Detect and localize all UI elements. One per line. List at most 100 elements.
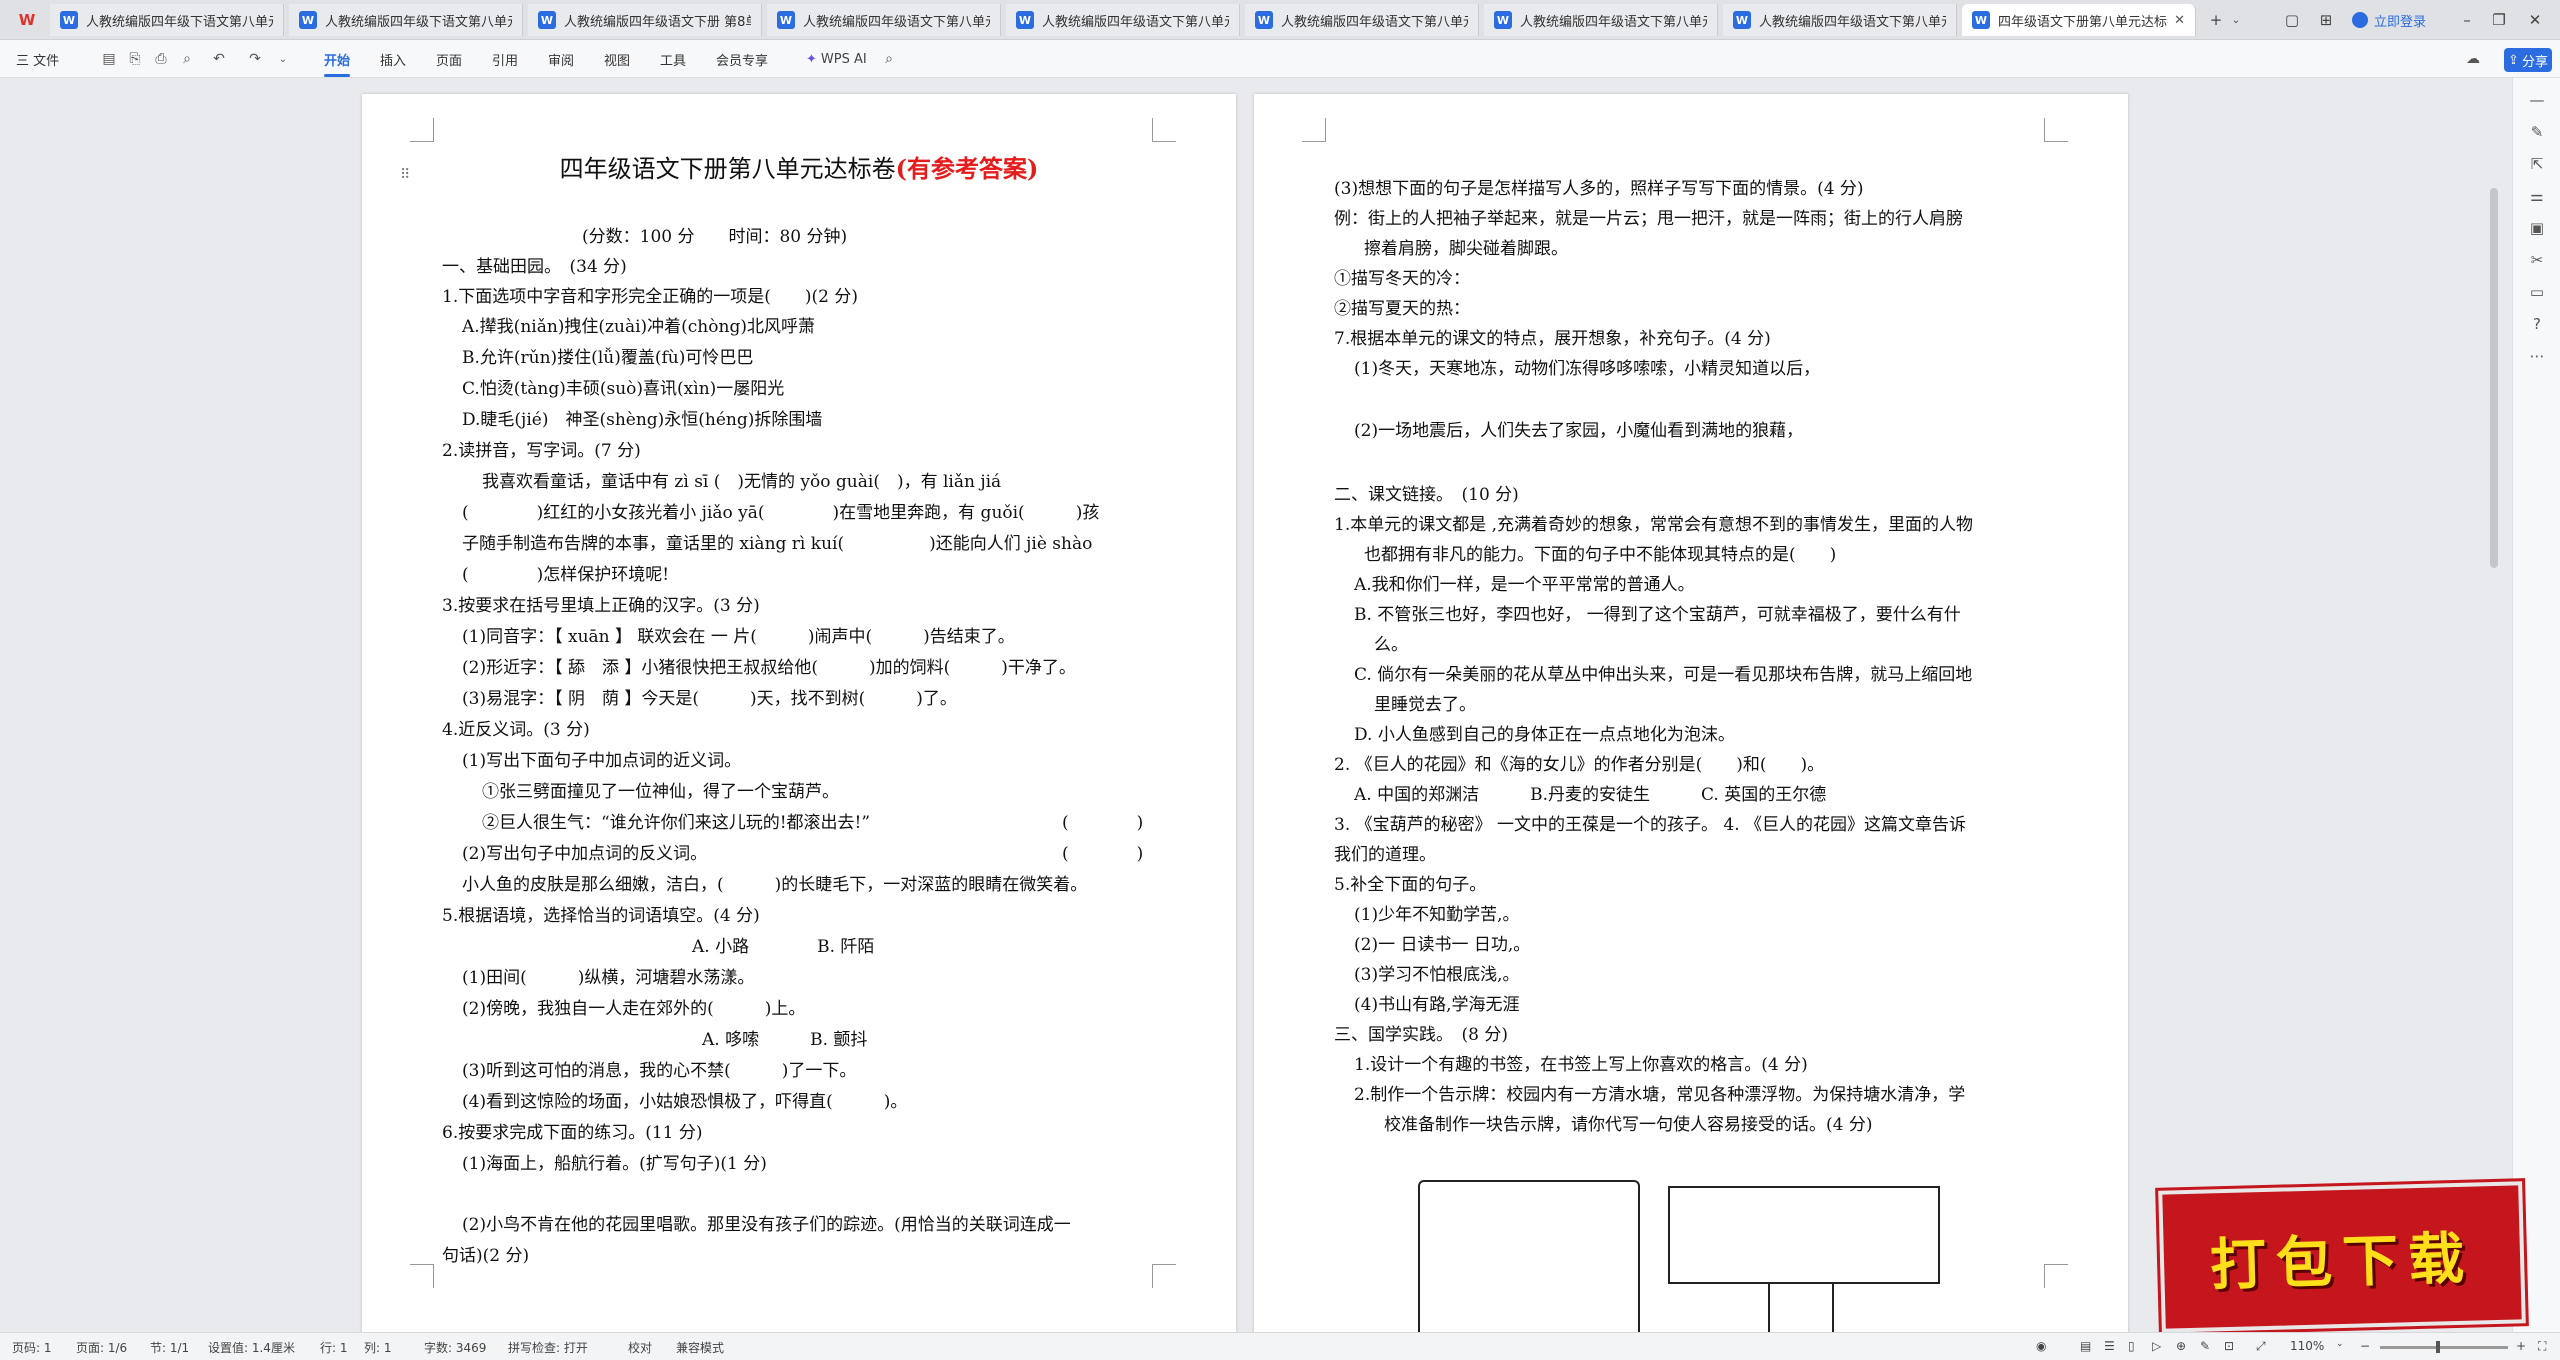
signboard-drawing-frame: [1668, 1186, 1940, 1284]
export-pdf-icon[interactable]: ⎘: [126, 50, 144, 68]
tab-5[interactable]: W 人教统编版四年级语文下第八单元课: [1006, 4, 1240, 36]
wps-logo-icon[interactable]: W: [10, 6, 44, 34]
zoom-chevron-icon[interactable]: ⌄: [2336, 1339, 2344, 1349]
tab-3[interactable]: W 人教统编版四年级语文下册 第8单元: [528, 4, 762, 36]
document-canvas[interactable]: ⠿ 四年级语文下册第八单元达标卷(有参考答案) (分数：100 分 时间：80 …: [0, 78, 2560, 1344]
zoom-in-icon[interactable]: +: [2516, 1339, 2526, 1353]
more-icon[interactable]: ⋯: [2527, 346, 2547, 366]
bookmark-drawing-frame: [1418, 1180, 1640, 1340]
file-menu[interactable]: 三 文件: [16, 48, 59, 70]
layout-icon[interactable]: ▣: [2527, 218, 2547, 238]
edit-pen-icon[interactable]: ✎: [2527, 122, 2547, 142]
fullscreen-icon[interactable]: ⛶: [2538, 1339, 2546, 1354]
ribbon-tab-4[interactable]: 引用: [492, 48, 518, 70]
new-tab-icon[interactable]: +: [2204, 8, 2228, 32]
text-line: (2)一场地震后，人们失去了家园，小魔仙看到满地的狼藉，: [1354, 421, 1804, 441]
text-line: (3)学习不怕根底浅,。: [1354, 965, 1520, 985]
ribbon-tab-2[interactable]: 插入: [380, 48, 406, 70]
print-icon[interactable]: ⎙: [152, 50, 170, 68]
page-corner-mark: [1302, 118, 1326, 142]
text-line: (分数：100 分 时间：80 分钟): [582, 227, 848, 247]
annotate-icon[interactable]: ✎: [2200, 1339, 2210, 1353]
status-item-4[interactable]: 设置值: 1.4厘米: [208, 1339, 295, 1356]
zoom-level[interactable]: 110%: [2290, 1339, 2324, 1353]
zoom-slider[interactable]: [2380, 1346, 2508, 1349]
ribbon-tab-3[interactable]: 页面: [436, 48, 462, 70]
tab-title: 人教统编版四年级语文下册 第8单元: [564, 14, 751, 30]
text-line: A.撵我(niǎn)拽住(zuài)冲着(chòng)北风呼萧: [462, 317, 815, 337]
tab-8[interactable]: W 人教统编版四年级语文下第八单元字: [1723, 4, 1957, 36]
read-view-icon[interactable]: ▯: [2128, 1339, 2135, 1353]
status-item-8[interactable]: 拼写检查: 打开: [508, 1339, 588, 1356]
adjust-icon[interactable]: ⚌: [2527, 186, 2547, 206]
tab-list-chevron-icon[interactable]: ⌄: [2228, 8, 2244, 32]
share-button[interactable]: ⇪ 分享: [2504, 48, 2552, 72]
print-preview-icon[interactable]: ⌕: [178, 50, 196, 68]
tools-icon[interactable]: ✂: [2527, 250, 2547, 270]
page-view-icon[interactable]: ▤: [2080, 1339, 2091, 1353]
tab-2[interactable]: W 人教统编版四年级下语文第八单元标: [289, 4, 523, 36]
tab-7[interactable]: W 人教统编版四年级语文下第八单元课: [1484, 4, 1718, 36]
status-item-7: 字数: 3469: [424, 1341, 487, 1355]
text-line: 2.读拼音，写字词。(7 分): [442, 441, 641, 461]
status-item-5: 行: 1: [320, 1341, 348, 1355]
text-line: (1)田间( )纵横，河塘碧水荡漾。: [462, 968, 755, 988]
text-line: (1)写出下面句子中加点词的近义词。: [462, 751, 742, 771]
word-doc-icon: W: [60, 11, 78, 29]
text-line: (2)形近字：【 舔 添 】小猪很快把王叔叔给他( )加的饲料( )干净了。: [462, 658, 1076, 678]
fit-window-icon[interactable]: ⤢: [2256, 1339, 2266, 1354]
zoom-out-icon[interactable]: −: [2360, 1339, 2370, 1353]
download-banner[interactable]: 打包下载: [2158, 1181, 2526, 1333]
text-line: ②巨人很生气：“谁允许你们来这儿玩的!都滚出去!”: [482, 813, 871, 833]
tab-6[interactable]: W 人教统编版四年级语文下第八单元句: [1245, 4, 1479, 36]
page-corner-mark: [410, 1264, 434, 1288]
text-line: (2)一 日读书一 日功,。: [1354, 935, 1531, 955]
help-icon[interactable]: ?: [2527, 314, 2547, 334]
search-icon[interactable]: ⌕: [880, 50, 898, 68]
undo-icon[interactable]: ↶: [210, 50, 228, 68]
collapse-icon[interactable]: —: [2527, 90, 2547, 110]
document-page-1[interactable]: ⠿ 四年级语文下册第八单元达标卷(有参考答案) (分数：100 分 时间：80 …: [362, 94, 1236, 1334]
text-line: (1)海面上，船航行着。(扩写句子)(1 分): [462, 1154, 767, 1174]
save-icon[interactable]: ▤: [100, 50, 118, 68]
vertical-scrollbar[interactable]: [2490, 188, 2498, 568]
apps-icon[interactable]: ⊞: [2314, 8, 2338, 32]
text-line: 1.设计一个有趣的书签，在书签上写上你喜欢的格言。(4 分): [1354, 1055, 1808, 1075]
cloud-sync-icon[interactable]: ☁: [2464, 50, 2482, 68]
wps-ai-button[interactable]: ✦ WPS AI: [806, 48, 867, 70]
ribbon-tab-6[interactable]: 视图: [604, 48, 630, 70]
focus-icon[interactable]: ⊡: [2224, 1339, 2234, 1353]
text-line: (3)想想下面的句子是怎样描写人多的，照样子写写下面的情景。(4 分): [1334, 179, 1864, 199]
page-corner-mark: [2044, 1264, 2068, 1288]
login-button[interactable]: 立即登录: [2352, 8, 2426, 32]
text-line: ( )红红的小女孩光着小 jiǎo yā( )在雪地里奔跑，有 guǒi( )孩: [462, 503, 1100, 523]
text-line: 3.按要求在括号里填上正确的汉字。(3 分): [442, 596, 760, 616]
outline-view-icon[interactable]: ☰: [2104, 1339, 2115, 1353]
window-mode-icon[interactable]: ▢: [2280, 8, 2304, 32]
tab-9[interactable]: W 四年级语文下册第八单元达标卷 ✕: [1962, 4, 2196, 36]
tab-title: 人教统编版四年级语文下第八单元字: [1759, 14, 1946, 30]
text-line: (2)小鸟不肯在他的花园里唱歌。那里没有孩子们的踪迹。(用恰当的关联词连成一: [462, 1215, 1071, 1235]
text-line: 5.补全下面的句子。: [1334, 875, 1487, 895]
zoom-slider-handle[interactable]: [2436, 1341, 2440, 1353]
web-view-icon[interactable]: ⊕: [2176, 1339, 2186, 1353]
comment-icon[interactable]: ▭: [2527, 282, 2547, 302]
tab-4[interactable]: W 人教统编版四年级语文下第八单元专: [767, 4, 1001, 36]
play-icon[interactable]: ▷: [2152, 1339, 2161, 1353]
status-item-6: 列: 1: [364, 1341, 392, 1355]
document-page-2[interactable]: (3)想想下面的句子是怎样描写人多的，照样子写写下面的情景。(4 分) 例：街上的…: [1254, 94, 2128, 1344]
close-tab-icon[interactable]: ✕: [2174, 13, 2185, 28]
close-window-icon[interactable]: ✕: [2520, 8, 2550, 32]
ribbon-tab-1[interactable]: 开始: [324, 48, 351, 77]
ribbon-tab-8[interactable]: 会员专享: [716, 48, 768, 70]
minimize-icon[interactable]: –: [2452, 8, 2482, 32]
select-cursor-icon[interactable]: ⇱: [2527, 154, 2547, 174]
ribbon-tab-5[interactable]: 审阅: [548, 48, 574, 70]
status-item-9[interactable]: 校对: [628, 1339, 652, 1356]
ribbon-tab-7[interactable]: 工具: [660, 48, 686, 70]
maximize-icon[interactable]: ❐: [2484, 8, 2514, 32]
tab-1[interactable]: W 人教统编版四年级下语文第八单元字: [50, 4, 284, 36]
redo-icon[interactable]: ↷: [246, 50, 264, 68]
more-chevron-icon[interactable]: ⌄: [274, 50, 292, 68]
eye-protection-icon[interactable]: ◉: [2036, 1339, 2046, 1353]
